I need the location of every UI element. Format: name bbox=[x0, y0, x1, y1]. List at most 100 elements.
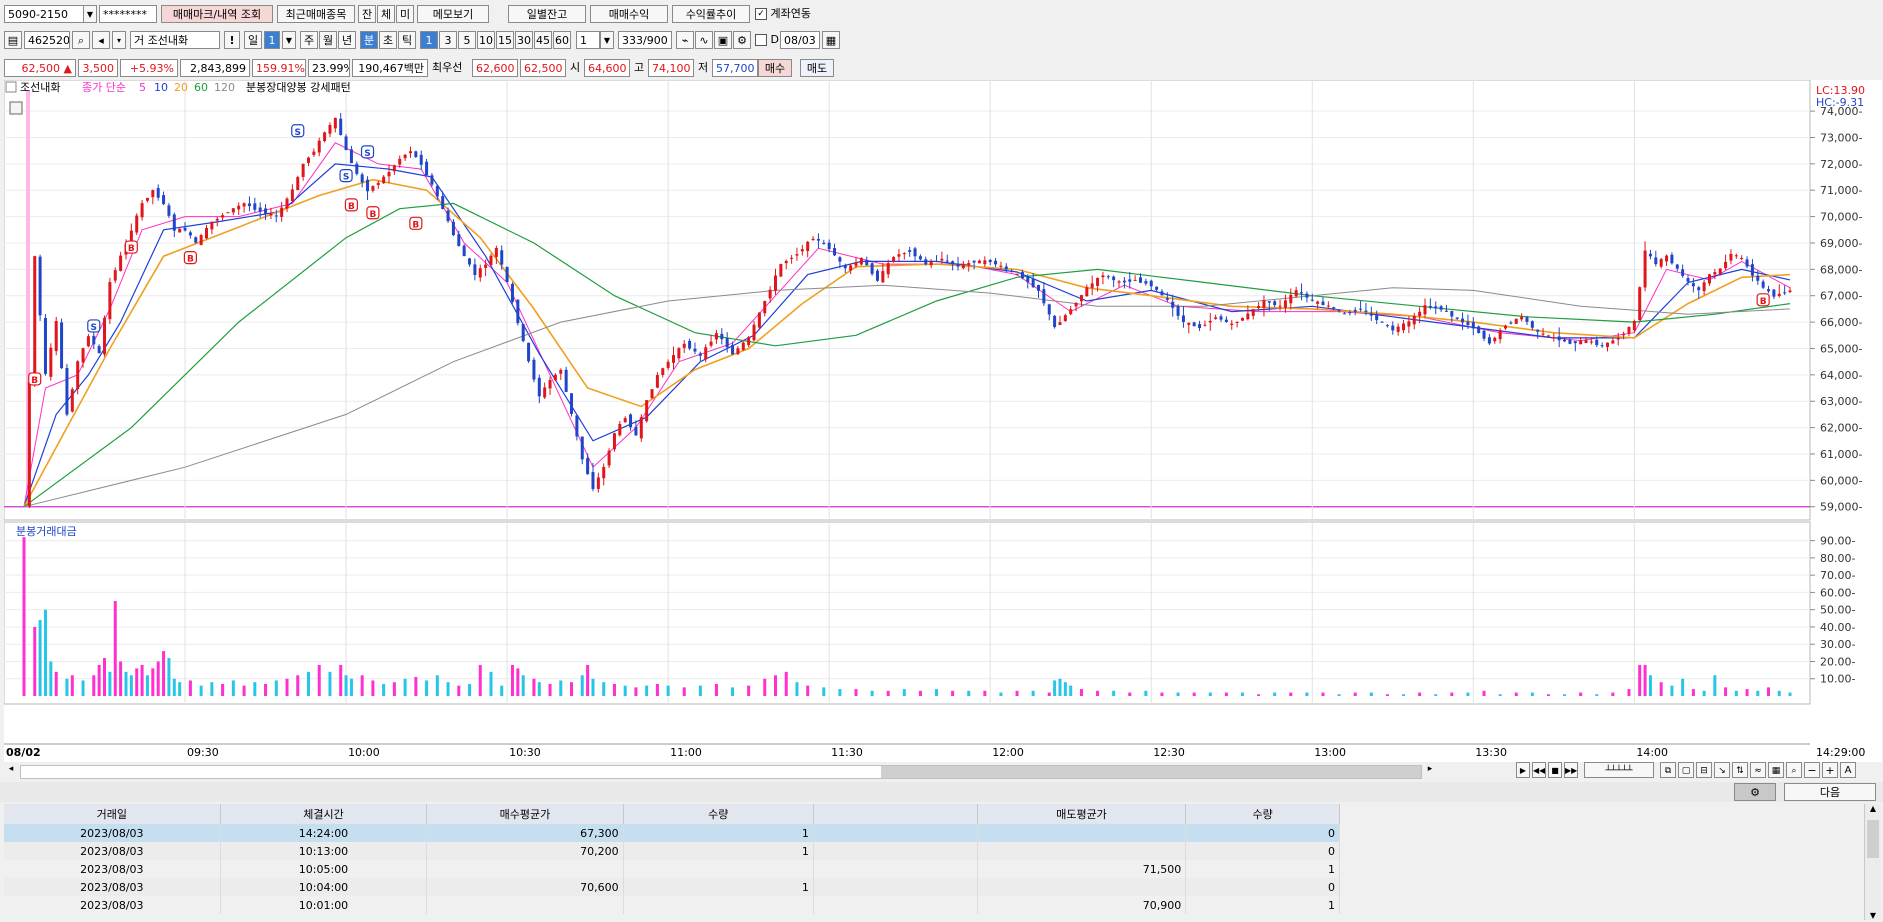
gear-icon[interactable]: ⚙ bbox=[733, 31, 751, 49]
grid-view-icon[interactable]: ▦ bbox=[1768, 762, 1784, 778]
header-trade-date[interactable]: 거래일 bbox=[4, 804, 221, 824]
zoom-slider[interactable]: ┴┴┴┴┴ bbox=[1584, 762, 1654, 778]
minute-3[interactable]: 3 bbox=[439, 31, 457, 49]
stock-chart[interactable]: BSBBSSBSBBB 74,000-73,000-72,000-71,000-… bbox=[3, 79, 1882, 766]
checkbox-icon[interactable] bbox=[755, 34, 767, 46]
memo-button[interactable]: 메모보기 bbox=[417, 5, 489, 23]
buy-mark: B bbox=[1756, 293, 1770, 307]
layout-icon[interactable]: ▤ bbox=[4, 31, 22, 49]
sell-button[interactable]: 매도 bbox=[800, 59, 834, 77]
table-scroll-thumb[interactable] bbox=[1867, 820, 1879, 858]
font-size-icon[interactable]: A bbox=[1840, 762, 1856, 778]
header-sell-avg[interactable]: 매도평균가 bbox=[977, 804, 1187, 824]
unit-dropdown-icon[interactable]: ▼ bbox=[600, 31, 614, 49]
scroll-track[interactable] bbox=[20, 765, 1422, 779]
mark-history-button[interactable]: 매매마크/내역 조회 bbox=[161, 5, 273, 23]
trade-profit-button[interactable]: 매매수익 bbox=[590, 5, 668, 23]
time-tick-label: 11:00 bbox=[670, 746, 702, 759]
daily-balance-button[interactable]: 일별잔고 bbox=[508, 5, 586, 23]
period-week[interactable]: 주 bbox=[300, 31, 318, 49]
header-buy-avg[interactable]: 매수평균가 bbox=[426, 804, 624, 824]
unit-input[interactable]: 1 bbox=[576, 31, 600, 49]
stock-name-field[interactable]: 거 조선내화 bbox=[130, 31, 220, 49]
window-icon[interactable]: ▢ bbox=[1678, 762, 1694, 778]
chart-area[interactable]: BSBBSSBSBBB 74,000- 73,000- 72,000- 71,000-… bbox=[3, 79, 1882, 766]
scroll-right-icon[interactable]: ▸ bbox=[1423, 764, 1437, 778]
legend-stock-name[interactable]: 조선내화 bbox=[20, 81, 60, 94]
sound-icon[interactable]: ◂ bbox=[92, 31, 110, 49]
legend-ma-label: 종가 단순 bbox=[82, 81, 126, 94]
table-row[interactable]: 2023/08/03 10:01:00 70,900 1 bbox=[4, 896, 1340, 914]
minute-15[interactable]: 15 bbox=[496, 31, 514, 49]
indicator-icon[interactable]: ⌁ bbox=[676, 31, 694, 49]
candle-body bbox=[1310, 299, 1314, 301]
period-second[interactable]: 초 bbox=[379, 31, 397, 49]
copy-icon[interactable]: ⧉ bbox=[1660, 762, 1676, 778]
calendar-icon[interactable]: ▦ bbox=[822, 31, 840, 49]
scroll-up-icon[interactable]: ▲ bbox=[1865, 804, 1881, 818]
next-button[interactable]: 다음 bbox=[1784, 783, 1876, 801]
scroll-left-icon[interactable]: ◂ bbox=[4, 764, 18, 778]
alert-icon[interactable]: ! bbox=[224, 31, 240, 49]
recent-trades-button[interactable]: 최근매매종목 bbox=[277, 5, 355, 23]
minute-45[interactable]: 45 bbox=[534, 31, 552, 49]
stop-icon[interactable]: ■ bbox=[1548, 762, 1562, 778]
table-row[interactable]: 2023/08/03 14:24:00 67,300 1 0 bbox=[4, 824, 1340, 842]
zoom-out-icon[interactable]: − bbox=[1804, 762, 1820, 778]
chart-scrollbar[interactable]: ◂ ▸ ▶ ◀◀ ■ ▶▶ ┴┴┴┴┴ ⧉ ▢ ⊟ ↘ ⇅ ≈ ▦ ⌕ − + … bbox=[0, 762, 1883, 780]
count-field[interactable]: 333/900 bbox=[618, 31, 672, 49]
period-dropdown-icon[interactable]: ▼ bbox=[282, 31, 296, 49]
split-icon[interactable]: ⊟ bbox=[1696, 762, 1712, 778]
wave-icon[interactable]: ≈ bbox=[1750, 762, 1766, 778]
password-field[interactable]: ******** bbox=[99, 5, 157, 23]
rewind-icon[interactable]: ◀◀ bbox=[1532, 762, 1546, 778]
scroll-thumb[interactable] bbox=[881, 766, 1421, 778]
zoom-in-icon[interactable]: + bbox=[1822, 762, 1838, 778]
table-scrollbar[interactable]: ▲ ▼ bbox=[1864, 804, 1881, 920]
minute-5[interactable]: 5 bbox=[458, 31, 476, 49]
table-row[interactable]: 2023/08/03 10:04:00 70,600 1 0 bbox=[4, 878, 1340, 896]
header-buy-qty[interactable]: 수량 bbox=[623, 804, 814, 824]
compare-icon[interactable]: ⇅ bbox=[1732, 762, 1748, 778]
chevron-down-icon[interactable]: ▾ bbox=[112, 31, 126, 49]
settings-icon[interactable]: ⚙ bbox=[1734, 783, 1776, 801]
period-tick[interactable]: 틱 bbox=[398, 31, 416, 49]
account-dropdown-icon[interactable]: ▼ bbox=[83, 5, 97, 23]
period-year[interactable]: 년 bbox=[338, 31, 356, 49]
stock-code-input[interactable]: 462520 bbox=[24, 31, 70, 49]
tab-unfilled[interactable]: 미 bbox=[396, 5, 414, 23]
minute-30[interactable]: 30 bbox=[515, 31, 533, 49]
period-month[interactable]: 월 bbox=[319, 31, 337, 49]
account-link-checkbox[interactable]: ✓ 계좌연동 bbox=[755, 5, 811, 23]
magnifier-icon[interactable]: ⌕ bbox=[1786, 762, 1802, 778]
search-icon[interactable]: ⌕ bbox=[72, 31, 90, 49]
calculator-icon[interactable] bbox=[9, 101, 23, 115]
candle-body bbox=[1707, 274, 1711, 284]
save-icon[interactable]: ▣ bbox=[714, 31, 732, 49]
scroll-down-icon[interactable]: ▼ bbox=[1865, 911, 1881, 920]
line-tool-icon[interactable]: ∿ bbox=[695, 31, 713, 49]
tab-filled[interactable]: 체 bbox=[377, 5, 395, 23]
minute-60[interactable]: 60 bbox=[553, 31, 571, 49]
table-row[interactable]: 2023/08/03 10:05:00 71,500 1 bbox=[4, 860, 1340, 878]
checkbox-checked-icon[interactable]: ✓ bbox=[755, 8, 767, 20]
trend-icon[interactable]: ↘ bbox=[1714, 762, 1730, 778]
minute-10[interactable]: 10 bbox=[477, 31, 495, 49]
date-checkbox[interactable]: D bbox=[755, 31, 779, 49]
fast-forward-icon[interactable]: ▶▶ bbox=[1564, 762, 1578, 778]
play-icon[interactable]: ▶ bbox=[1516, 762, 1530, 778]
candle-body bbox=[205, 227, 209, 239]
minute-1[interactable]: 1 bbox=[420, 31, 438, 49]
period-day[interactable]: 일 bbox=[244, 31, 262, 49]
table-row[interactable]: 2023/08/03 10:13:00 70,200 1 0 bbox=[4, 842, 1340, 860]
period-day-count[interactable]: 1 bbox=[264, 31, 280, 49]
header-sell-qty[interactable]: 수량 bbox=[1185, 804, 1340, 824]
profit-trend-button[interactable]: 수익률추이 bbox=[672, 5, 750, 23]
buy-button[interactable]: 매수 bbox=[758, 59, 792, 77]
account-select[interactable]: 5090-2150 bbox=[4, 5, 84, 23]
period-minute[interactable]: 분 bbox=[360, 31, 378, 49]
volume-bar bbox=[162, 651, 166, 696]
header-fill-time[interactable]: 체결시간 bbox=[220, 804, 428, 824]
tab-balance[interactable]: 잔 bbox=[358, 5, 376, 23]
date-input[interactable]: 08/03 bbox=[780, 31, 820, 49]
